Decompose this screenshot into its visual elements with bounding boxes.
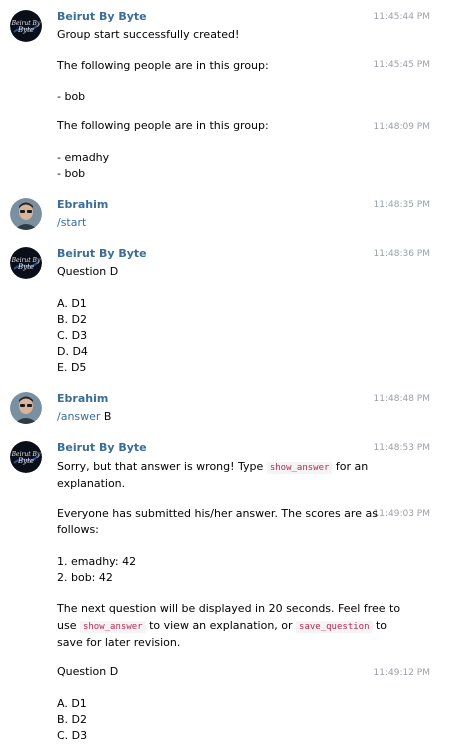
svg-text:Byte: Byte — [17, 457, 34, 465]
message-text: The following people are in this group: — [57, 59, 269, 72]
message-text: use show_answer to view an explanation, … — [57, 618, 387, 635]
message-text: C. D3 — [57, 329, 88, 342]
message-text: explanation. — [57, 477, 126, 490]
user-avatar[interactable] — [10, 392, 42, 424]
bot-avatar[interactable]: Beirut By Byte — [10, 10, 42, 42]
message-text: save for later revision. — [57, 636, 181, 649]
message-text: B. D2 — [57, 313, 88, 326]
message-text: A. D1 — [57, 697, 87, 710]
message-text: The next question will be displayed in 2… — [57, 602, 401, 615]
bot-command-link[interactable]: /answer — [57, 410, 100, 423]
message-text-fragment: Sorry, but that answer is wrong! Type — [57, 460, 267, 473]
timestamp: 11:49:12 PM — [373, 668, 430, 678]
bot-command-link[interactable]: /start — [57, 215, 86, 231]
timestamp: 11:48:36 PM — [373, 249, 430, 259]
message-text: Question D — [57, 265, 119, 278]
sender-name[interactable]: Beirut By Byte — [57, 247, 147, 261]
inline-code[interactable]: show_answer — [266, 462, 333, 474]
message-text: Question D — [57, 665, 119, 678]
bot-logo-icon: Beirut By Byte — [10, 10, 42, 42]
message-text: 1. emadhy: 42 — [57, 555, 137, 568]
message-text: /answer B — [57, 409, 111, 425]
svg-text:Byte: Byte — [17, 26, 34, 34]
bot-avatar[interactable]: Beirut By Byte — [10, 247, 42, 279]
message-text: E. D5 — [57, 361, 87, 374]
message-text: D. D4 — [57, 345, 88, 358]
inline-code[interactable]: show_answer — [79, 621, 146, 633]
bot-logo-icon: Beirut By Byte — [10, 247, 42, 279]
sender-name[interactable]: Beirut By Byte — [57, 441, 147, 455]
message-text: A. D1 — [57, 297, 87, 310]
message-text: Sorry, but that answer is wrong! Type sh… — [57, 459, 368, 476]
chat-history: Beirut By Byte Beirut By Byte 11:45:44 P… — [0, 0, 450, 745]
sender-name[interactable]: Ebrahim — [57, 392, 108, 406]
timestamp: 11:48:53 PM — [373, 443, 430, 453]
message-text: - bob — [57, 90, 86, 103]
message-text: - emadhy — [57, 151, 110, 164]
inline-code[interactable]: save_question — [296, 621, 373, 633]
message-text: C. D3 — [57, 729, 88, 742]
timestamp: 11:49:03 PM — [373, 509, 430, 519]
message-text-fragment: to — [372, 619, 388, 632]
svg-text:Byte: Byte — [17, 263, 34, 271]
message-text-fragment: for an — [332, 460, 369, 473]
message-text: Everyone has submitted his/her answer. T… — [57, 507, 378, 520]
message-text: B. D2 — [57, 713, 88, 726]
message-text-fragment: to view an explanation, or — [145, 619, 297, 632]
message-text: - bob — [57, 167, 86, 180]
timestamp: 11:48:48 PM — [373, 394, 430, 404]
bot-avatar[interactable]: Beirut By Byte — [10, 441, 42, 473]
message-text: The following people are in this group: — [57, 119, 269, 132]
timestamp: 11:48:35 PM — [373, 200, 430, 210]
user-avatar[interactable] — [10, 198, 42, 230]
user-photo-icon — [10, 392, 42, 424]
message-text-fragment: use — [57, 619, 80, 632]
sender-name[interactable]: Ebrahim — [57, 198, 108, 212]
user-photo-icon — [10, 198, 42, 230]
bot-logo-icon: Beirut By Byte — [10, 441, 42, 473]
command-argument: B — [100, 410, 112, 423]
message-text: Group start successfully created! — [57, 28, 240, 41]
message-text: follows: — [57, 523, 99, 536]
message-text: 2. bob: 42 — [57, 571, 113, 584]
timestamp: 11:48:09 PM — [373, 122, 430, 132]
sender-name[interactable]: Beirut By Byte — [57, 10, 147, 24]
timestamp: 11:45:45 PM — [373, 60, 430, 70]
timestamp: 11:45:44 PM — [373, 12, 430, 22]
